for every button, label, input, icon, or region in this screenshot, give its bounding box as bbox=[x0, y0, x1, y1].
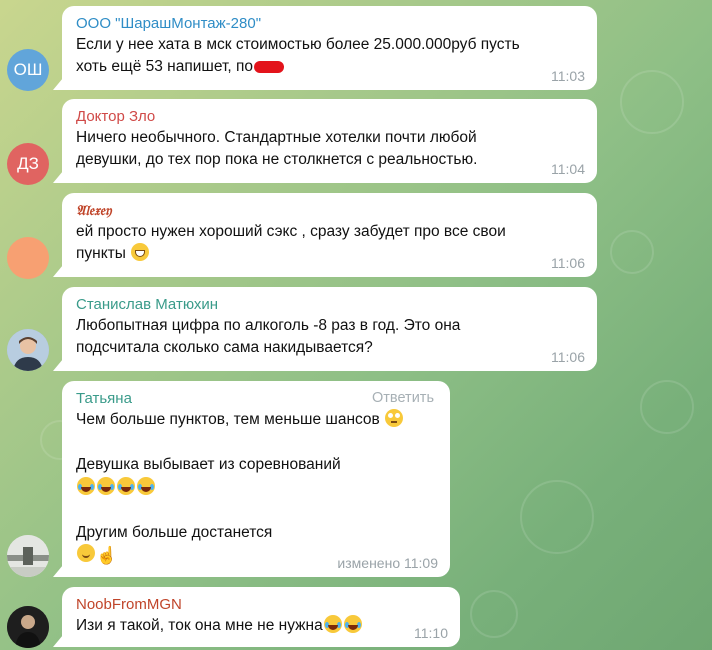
sender-name[interactable]: Доктор Зло bbox=[76, 107, 585, 127]
message-time: 11:10 bbox=[414, 625, 448, 641]
sender-name[interactable]: 𝔄𝔩𝔢𝔵𝔢𝔶 bbox=[76, 201, 585, 221]
message-bubble[interactable]: NoobFromMGN Изи я такой, ток она мне не … bbox=[62, 587, 460, 647]
grinning-emoji-icon bbox=[131, 243, 150, 261]
message-text: Чем больше пунктов, тем меньше шансов Де… bbox=[76, 409, 438, 568]
person-photo-icon bbox=[7, 606, 49, 648]
message-time: 11:06 bbox=[551, 349, 585, 365]
avatar-initials: ОШ bbox=[13, 60, 43, 79]
message-time: 11:04 bbox=[551, 161, 585, 177]
tears-of-joy-emoji-icon bbox=[343, 615, 362, 633]
avatar[interactable]: ДЗ bbox=[7, 143, 49, 185]
tears-of-joy-emoji-icon bbox=[77, 476, 95, 495]
redacted-mark bbox=[253, 60, 284, 73]
avatar[interactable] bbox=[7, 606, 49, 648]
avatar[interactable] bbox=[7, 237, 49, 279]
avatar[interactable] bbox=[7, 329, 49, 371]
message-text: ей просто нужен хороший сэкс , сразу заб… bbox=[76, 223, 506, 262]
pointing-up-emoji-icon: ☝ bbox=[96, 546, 118, 565]
tears-of-joy-emoji-icon bbox=[137, 476, 155, 495]
message-time: 11:03 bbox=[551, 68, 585, 84]
message-time: 11:06 bbox=[551, 255, 585, 271]
message-bubble[interactable]: 𝔄𝔩𝔢𝔵𝔢𝔶 ей просто нужен хороший сэкс , ср… bbox=[62, 193, 597, 277]
message-bubble[interactable]: ООО "ШарашМонтаж-280" Если у нее хата в … bbox=[62, 6, 597, 90]
message-bubble[interactable]: Татьяна Ответить Чем больше пунктов, тем… bbox=[62, 381, 450, 577]
sender-name[interactable]: NoobFromMGN bbox=[76, 595, 448, 615]
tears-of-joy-emoji-icon bbox=[117, 476, 135, 495]
avatar[interactable] bbox=[7, 535, 49, 577]
message-text: Если у нее хата в мск стоимостью более 2… bbox=[76, 36, 520, 75]
message-bubble[interactable]: Доктор Зло Ничего необычного. Стандартны… bbox=[62, 99, 597, 183]
message-bubble[interactable]: Станислав Матюхин Любопытная цифра по ал… bbox=[62, 287, 597, 371]
avatar[interactable]: ОШ bbox=[7, 49, 49, 91]
winking-emoji-icon bbox=[77, 544, 95, 562]
person-photo-icon bbox=[7, 329, 49, 371]
message-text: Изи я такой, ток она мне не нужна bbox=[76, 615, 448, 637]
photo-thumbnail-icon bbox=[7, 535, 49, 577]
eye-roll-emoji-icon bbox=[385, 409, 404, 427]
message-text: Любопытная цифра по алкоголь -8 раз в го… bbox=[76, 317, 461, 356]
tears-of-joy-emoji-icon bbox=[97, 476, 115, 495]
message-text: Ничего необычного. Стандартные хотелки п… bbox=[76, 129, 478, 168]
avatar-initials: ДЗ bbox=[17, 154, 39, 173]
sender-name[interactable]: ООО "ШарашМонтаж-280" bbox=[76, 14, 585, 34]
sender-name[interactable]: Станислав Матюхин bbox=[76, 295, 585, 315]
reply-button[interactable]: Ответить bbox=[372, 390, 434, 406]
message-time: изменено 11:09 bbox=[337, 555, 438, 571]
tears-of-joy-emoji-icon bbox=[323, 615, 342, 633]
